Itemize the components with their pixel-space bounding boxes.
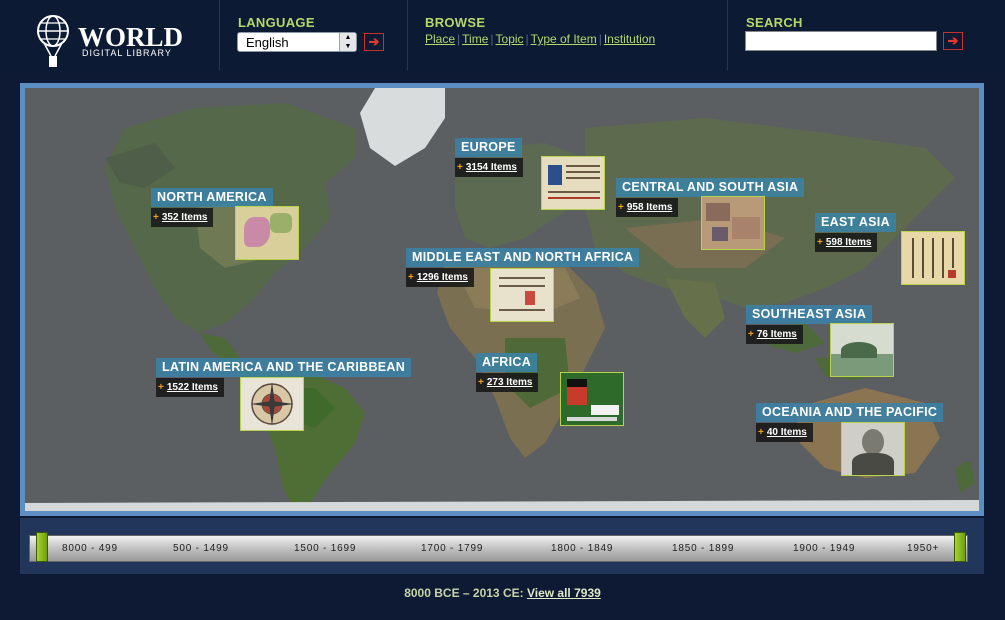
plus-icon: + — [153, 212, 159, 223]
scroll-thumbnail[interactable] — [901, 231, 965, 285]
map-thumbnail[interactable] — [235, 206, 299, 260]
logo-subtitle: DIGITAL LIBRARY — [82, 48, 172, 58]
region-count[interactable]: +598 Items — [815, 233, 878, 252]
language-select[interactable]: English ▲ ▼ — [237, 32, 357, 52]
plus-icon: + — [158, 382, 164, 393]
browse-link-type-of-item[interactable]: Type of Item — [531, 32, 597, 46]
site-header: WORLD DIGITAL LIBRARY LANGUAGE English ▲… — [0, 0, 1005, 72]
plus-icon: + — [457, 162, 463, 173]
timeline-end-handle[interactable] — [954, 532, 966, 562]
region-title[interactable]: AFRICA — [476, 353, 538, 372]
landscape-thumbnail[interactable] — [830, 323, 894, 377]
language-label: LANGUAGE — [238, 15, 315, 30]
region-count[interactable]: +3154 Items — [455, 158, 523, 177]
timeline-period-500-1499[interactable]: 500 - 1499 — [173, 543, 229, 554]
language-go-button[interactable]: ➔ — [364, 33, 384, 51]
region-southeast-asia[interactable]: SOUTHEAST ASIA +76 Items — [746, 305, 894, 377]
language-select-value: English — [246, 35, 289, 50]
header-divider — [727, 0, 728, 70]
timeline-period-1950-plus[interactable]: 1950+ — [907, 543, 939, 554]
select-arrows-icon: ▲ ▼ — [339, 33, 356, 51]
region-title[interactable]: SOUTHEAST ASIA — [746, 305, 873, 324]
document-thumbnail[interactable] — [490, 268, 554, 322]
timeline-period-1850-1899[interactable]: 1850 - 1899 — [672, 543, 734, 554]
region-title[interactable]: MIDDLE EAST AND NORTH AFRICA — [406, 248, 640, 267]
search-go-button[interactable]: ➔ — [943, 32, 963, 50]
browse-link-time[interactable]: Time — [462, 32, 488, 46]
region-central-and-south-asia[interactable]: CENTRAL AND SOUTH ASIA +958 Items — [616, 178, 805, 250]
region-title[interactable]: EUROPE — [455, 138, 522, 157]
world-map: EUROPE +3154 Items NORTH AMERICA +352 It… — [25, 88, 979, 511]
region-count[interactable]: +40 Items — [756, 423, 813, 442]
region-count[interactable]: +1296 Items — [406, 268, 474, 287]
region-africa[interactable]: AFRICA +273 Items — [476, 353, 624, 426]
plus-icon: + — [748, 329, 754, 340]
timeline-period-1500-1699[interactable]: 1500 - 1699 — [294, 543, 356, 554]
region-east-asia[interactable]: EAST ASIA +598 Items — [815, 213, 965, 285]
browse-links: Place | Time | Topic | Type of Item | Institutio… — [425, 32, 656, 46]
plus-icon: + — [408, 272, 414, 283]
region-title[interactable]: CENTRAL AND SOUTH ASIA — [616, 178, 805, 197]
manuscript-thumbnail[interactable] — [541, 156, 605, 210]
region-title[interactable]: EAST ASIA — [815, 213, 896, 232]
browse-link-topic[interactable]: Topic — [496, 32, 524, 46]
region-title[interactable]: LATIN AMERICA AND THE CARIBBEAN — [156, 358, 412, 377]
region-count[interactable]: +273 Items — [476, 373, 539, 392]
timeline-period-1800-1849[interactable]: 1800 - 1849 — [551, 543, 613, 554]
browse-label: BROWSE — [425, 15, 486, 30]
plus-icon: + — [618, 202, 624, 213]
portrait-thumbnail[interactable] — [841, 422, 905, 476]
region-count[interactable]: +352 Items — [151, 208, 214, 227]
header-divider — [407, 0, 408, 70]
region-count[interactable]: +1522 Items — [156, 378, 224, 397]
region-latin-america-and-the-caribbean[interactable]: LATIN AMERICA AND THE CARIBBEAN +1522 It… — [156, 358, 412, 431]
search-input[interactable] — [745, 31, 937, 51]
timeline-period-8000-499[interactable]: 8000 - 499 — [62, 543, 118, 554]
region-count[interactable]: +76 Items — [746, 325, 803, 344]
browse-link-institution[interactable]: Institution — [604, 32, 655, 46]
region-middle-east-and-north-africa[interactable]: MIDDLE EAST AND NORTH AFRICA +1296 Items — [406, 248, 640, 322]
region-title[interactable]: NORTH AMERICA — [151, 188, 273, 207]
globe-balloon-icon — [37, 15, 69, 67]
compass-rose-thumbnail[interactable] — [240, 377, 304, 431]
header-divider — [219, 0, 220, 70]
malawi-poster-thumbnail[interactable] — [560, 372, 624, 426]
timeline-period-1700-1799[interactable]: 1700 - 1799 — [421, 543, 483, 554]
search-label: SEARCH — [746, 15, 803, 30]
region-count[interactable]: +958 Items — [616, 198, 679, 217]
world-digital-library-logo[interactable]: WORLD DIGITAL LIBRARY — [36, 14, 183, 70]
date-range-text: 8000 BCE – 2013 CE: — [404, 586, 524, 600]
plus-icon: + — [817, 237, 823, 248]
plus-icon: + — [478, 377, 484, 388]
timeline-period-1900-1949[interactable]: 1900 - 1949 — [793, 543, 855, 554]
view-all-link[interactable]: View all 7939 — [527, 586, 601, 600]
timeline-start-handle[interactable] — [36, 532, 48, 562]
region-title[interactable]: OCEANIA AND THE PACIFIC — [756, 403, 944, 422]
region-europe[interactable]: EUROPE +3154 Items — [455, 138, 605, 210]
date-range-footer: 8000 BCE – 2013 CE: View all 7939 — [0, 586, 1005, 600]
browse-link-place[interactable]: Place — [425, 32, 455, 46]
painting-thumbnail[interactable] — [701, 196, 765, 250]
region-oceania-and-the-pacific[interactable]: OCEANIA AND THE PACIFIC +40 Items — [756, 403, 944, 476]
region-north-america[interactable]: NORTH AMERICA +352 Items — [151, 188, 299, 260]
plus-icon: + — [758, 427, 764, 438]
